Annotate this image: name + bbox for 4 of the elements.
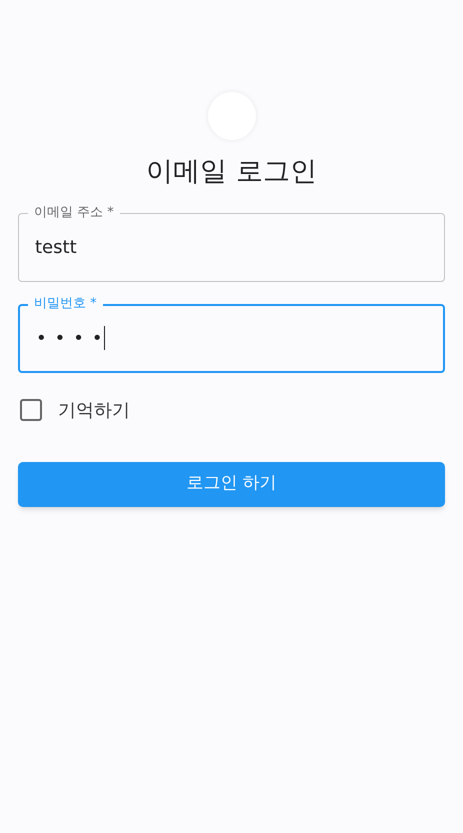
remember-label: 기억하기 xyxy=(58,398,130,422)
remember-checkbox[interactable] xyxy=(20,399,42,421)
page-title: 이메일 로그인 xyxy=(146,155,317,189)
text-cursor xyxy=(104,326,106,350)
